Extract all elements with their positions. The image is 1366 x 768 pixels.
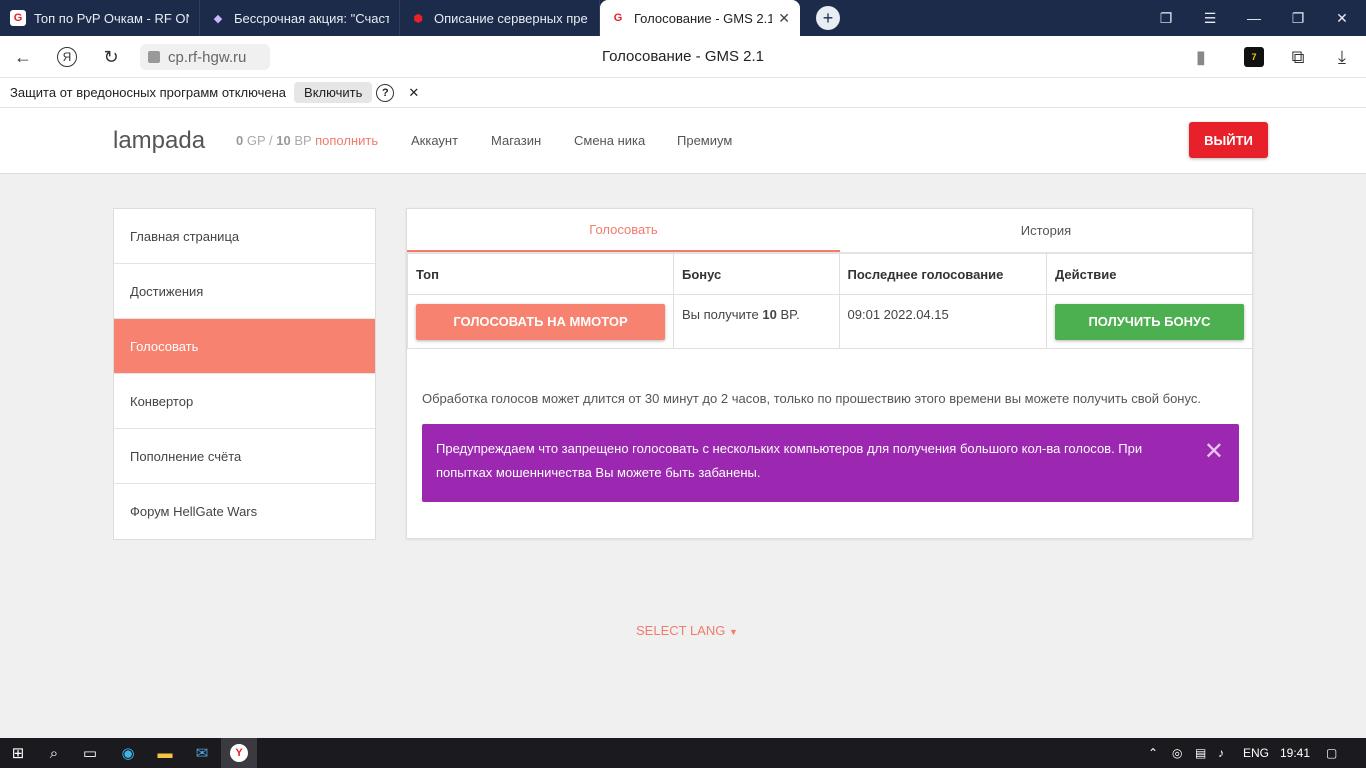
bonus-cell: Вы получите 10 BP.: [673, 294, 840, 349]
sidebar-item-achievements[interactable]: Достижения: [114, 264, 375, 319]
new-tab-button[interactable]: +: [816, 6, 840, 30]
nav-premium[interactable]: Премиум: [677, 133, 732, 148]
nav-shop[interactable]: Магазин: [491, 133, 541, 148]
clock[interactable]: 19:41: [1280, 746, 1310, 760]
bp-value: 10: [276, 133, 291, 148]
task-view-icon[interactable]: ▭: [72, 738, 108, 768]
table-header-row: Топ Бонус Последнее голосование Действие: [407, 253, 1254, 295]
processing-note: Обработка голосов может длится от 30 мин…: [422, 391, 1201, 406]
nav-change-nick[interactable]: Смена ника: [574, 133, 645, 148]
browser-tab-3[interactable]: ⬢ Описание серверных пре: [400, 0, 600, 36]
site-header: lampada 0 GP / 10 BP пополнить Аккаунт М…: [0, 108, 1366, 174]
get-bonus-button[interactable]: ПОЛУЧИТЬ БОНУС: [1054, 303, 1244, 340]
browser-tab-label: Описание серверных пре: [434, 10, 588, 26]
extension-icon[interactable]: 7: [1241, 44, 1267, 70]
cube-icon: ⬢: [413, 12, 423, 25]
input-language[interactable]: ENG: [1243, 746, 1269, 760]
column-header: Последнее голосование: [838, 253, 1047, 295]
gem-icon: ◆: [213, 12, 223, 25]
lock-icon: [148, 51, 160, 63]
warning-alert: Предупреждаем что запрещено голосовать с…: [422, 424, 1239, 502]
browser-tab-label: Топ по PvP Очкам - RF ON: [34, 10, 189, 26]
notifications-icon[interactable]: ▢: [1326, 746, 1337, 760]
edge-icon[interactable]: ◉: [110, 738, 146, 768]
close-window-icon[interactable]: ✕: [1320, 0, 1364, 36]
tab-history[interactable]: История: [840, 209, 1252, 252]
select-lang-dropdown[interactable]: SELECT LANG ▼: [636, 623, 738, 638]
webcam-icon[interactable]: ◎: [1172, 746, 1182, 760]
logout-button[interactable]: ВЫЙТИ: [1189, 122, 1268, 158]
chevron-up-icon[interactable]: ⌃: [1148, 746, 1158, 760]
caret-down-icon: ▼: [728, 627, 738, 637]
protection-text: Защита от вредоносных программ отключена: [10, 85, 287, 100]
bp-unit: BP: [294, 133, 312, 148]
address-bar: ← Я ↻ cp.rf-hgw.ru Голосование - GMS 2.1…: [0, 36, 1366, 78]
bonus-value: 10: [762, 307, 777, 322]
column-header: Бонус: [673, 253, 840, 295]
select-lang-label: SELECT LANG: [636, 623, 726, 638]
reload-icon[interactable]: ↻: [98, 44, 124, 70]
vote-panel: Голосовать История Топ Бонус Последнее г…: [406, 208, 1254, 539]
windows-start-icon[interactable]: ⊞: [0, 738, 36, 768]
nav-account[interactable]: Аккаунт: [411, 133, 458, 148]
vote-table: Топ Бонус Последнее голосование Действие…: [407, 253, 1254, 349]
menu-icon[interactable]: ☰: [1188, 0, 1232, 36]
balance-separator: /: [269, 133, 273, 148]
taskbar: ⊞ ⌕ ▭ ◉ ▬ ✉ Y ⌃ ◎ ▤ ♪ ENG 19:41 ▢: [0, 738, 1366, 768]
minimize-icon[interactable]: —: [1232, 0, 1276, 36]
browser-tab-label: Голосование - GMS 2.1: [634, 10, 773, 26]
close-icon[interactable]: ✕: [1204, 440, 1224, 464]
network-icon[interactable]: ▤: [1195, 746, 1206, 760]
tabs-manager-icon[interactable]: ❐: [1144, 0, 1188, 36]
bonus-prefix: Вы получите: [682, 307, 759, 322]
download-icon[interactable]: ⤓: [1329, 44, 1355, 70]
sidebar-item-vote[interactable]: Голосовать: [114, 319, 375, 374]
warning-text: Предупреждаем что запрещено голосовать с…: [436, 441, 1143, 480]
close-tab-icon[interactable]: ✕: [778, 10, 790, 27]
gms-g-icon: G: [10, 10, 26, 26]
gp-value: 0: [236, 133, 244, 148]
topup-link[interactable]: пополнить: [315, 133, 378, 148]
browser-tab-label: Бессрочная акция: "Счаст: [234, 10, 389, 26]
tab-vote[interactable]: Голосовать: [407, 209, 840, 252]
help-icon[interactable]: ?: [376, 83, 395, 102]
mail-icon[interactable]: ✉: [184, 738, 220, 768]
gms-g-icon: G: [613, 12, 623, 24]
last-vote-cell: 09:01 2022.04.15: [838, 294, 1047, 349]
close-protection-icon[interactable]: ✕: [408, 85, 419, 101]
url-text: cp.rf-hgw.ru: [168, 48, 247, 66]
column-header: Топ: [407, 253, 674, 295]
sidebar-item-converter[interactable]: Конвертор: [114, 374, 375, 429]
enable-protection-button[interactable]: Включить: [294, 82, 373, 103]
restore-icon[interactable]: ❐: [1276, 0, 1320, 36]
sidebar-item-forum[interactable]: Форум HellGate Wars: [114, 484, 375, 539]
gp-unit: GP: [246, 133, 266, 148]
sidebar: Главная страница Достижения Голосовать К…: [113, 208, 376, 540]
vote-mmotop-button[interactable]: ГОЛОСОВАТЬ НА ММОТОР: [416, 303, 665, 340]
browser-tab-2[interactable]: ◆ Бессрочная акция: "Счаст: [200, 0, 400, 36]
table-row: ГОЛОСОВАТЬ НА ММОТОР Вы получите 10 BP. …: [407, 294, 1254, 349]
yandex-browser-icon[interactable]: Y: [221, 738, 257, 768]
browser-tab-active[interactable]: G Голосование - GMS 2.1 ✕: [600, 0, 800, 36]
action-cell: ПОЛУЧИТЬ БОНУС: [1045, 294, 1254, 349]
file-explorer-icon[interactable]: ▬: [147, 738, 183, 768]
volume-icon[interactable]: ♪: [1218, 746, 1224, 760]
search-icon[interactable]: ⌕: [36, 738, 72, 768]
back-arrow-icon[interactable]: ←: [10, 44, 36, 70]
bonus-suffix: BP.: [780, 307, 800, 322]
protection-bar: Защита от вредоносных программ отключена…: [0, 78, 1366, 108]
sidebar-item-topup[interactable]: Пополнение счёта: [114, 429, 375, 484]
yandex-icon[interactable]: Я: [54, 44, 80, 70]
top-cell: ГОЛОСОВАТЬ НА ММОТОР: [407, 294, 674, 349]
url-field[interactable]: cp.rf-hgw.ru: [140, 44, 270, 70]
collections-icon[interactable]: ⧉: [1285, 44, 1311, 70]
balance: 0 GP / 10 BP пополнить: [236, 133, 378, 148]
column-header: Действие: [1045, 253, 1254, 295]
username: lampada: [113, 127, 206, 154]
bookmark-icon[interactable]: ▮: [1188, 44, 1214, 70]
sidebar-item-home[interactable]: Главная страница: [114, 209, 375, 264]
browser-tab-1[interactable]: G Топ по PvP Очкам - RF ON: [0, 0, 200, 36]
panel-tabs: Голосовать История: [407, 209, 1252, 253]
